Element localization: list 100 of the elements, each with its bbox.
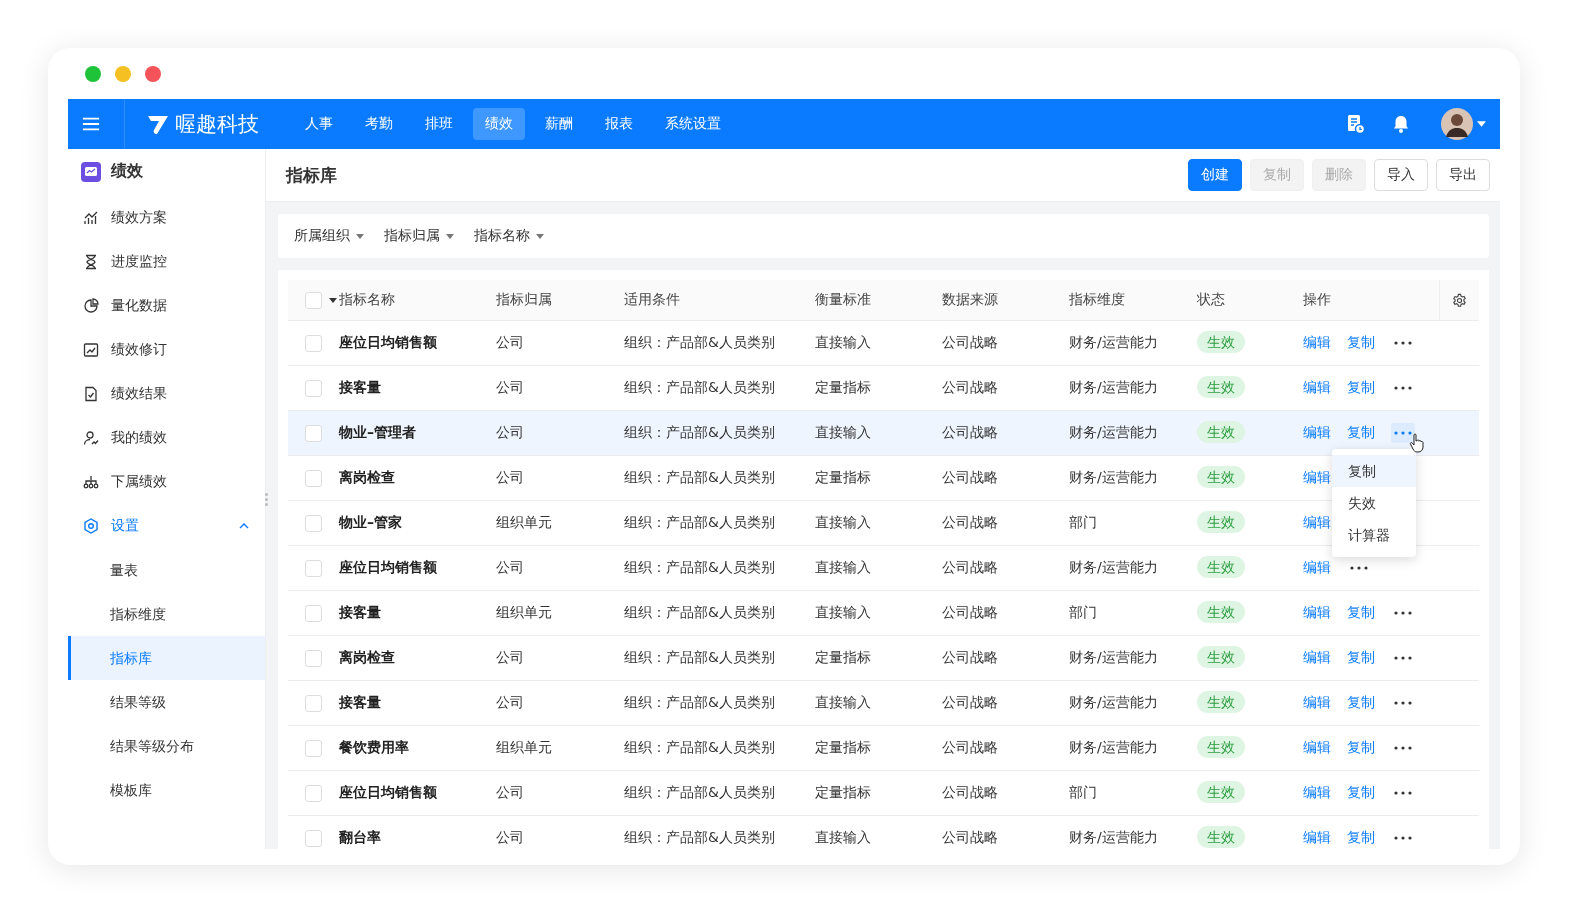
sidebar-subitem[interactable]: 量表 bbox=[68, 548, 265, 592]
status-tag: 生效 bbox=[1197, 691, 1245, 713]
table-cell-text: 组织：产品部&人员类别 bbox=[624, 379, 776, 397]
table-cell-text: 公司战略 bbox=[942, 739, 999, 757]
table-cell-text: 组织：产品部&人员类别 bbox=[624, 514, 776, 532]
table-cell-text: 接客量 bbox=[339, 379, 382, 397]
user-avatar[interactable] bbox=[1441, 108, 1473, 140]
table-row[interactable]: 离岗检查 公司 组织：产品部&人员类别 定量指标 公司战略 财务/运营能力 生效 编辑 复制 bbox=[288, 636, 1479, 681]
action-link[interactable]: 复制 bbox=[1347, 784, 1375, 802]
action-link[interactable]: 编辑 bbox=[1303, 739, 1331, 757]
table-cell-text: 公司战略 bbox=[942, 604, 999, 622]
status-tag: 生效 bbox=[1197, 331, 1245, 353]
action-link[interactable]: 编辑 bbox=[1303, 559, 1331, 577]
sidebar-item[interactable]: 量化数据 bbox=[68, 284, 265, 328]
row-checkbox[interactable] bbox=[305, 514, 322, 532]
action-link[interactable]: 编辑 bbox=[1303, 649, 1331, 667]
action-link[interactable]: 复制 bbox=[1347, 334, 1375, 352]
row-checkbox[interactable] bbox=[305, 424, 322, 442]
menu-item[interactable]: 复制 bbox=[1332, 455, 1416, 487]
table-row[interactable]: 座位日均销售额 公司 组织：产品部&人员类别 定量指标 公司战略 部门 生效 编辑 复制 bbox=[288, 771, 1479, 816]
row-checkbox[interactable] bbox=[305, 739, 322, 757]
table-cell-text: 组织：产品部&人员类别 bbox=[624, 469, 776, 487]
row-checkbox[interactable] bbox=[305, 829, 322, 847]
action-link[interactable]: 复制 bbox=[1347, 694, 1375, 712]
sidebar-item[interactable]: 进度监控 bbox=[68, 240, 265, 284]
row-checkbox[interactable] bbox=[305, 334, 322, 352]
close-button[interactable] bbox=[145, 65, 161, 82]
row-checkbox[interactable] bbox=[305, 379, 322, 397]
caret-icon bbox=[446, 233, 454, 239]
nav-tab[interactable]: 排班 bbox=[413, 108, 465, 140]
action-link[interactable]: 复制 bbox=[1347, 829, 1375, 847]
settings-icon[interactable] bbox=[1452, 292, 1467, 308]
sidebar-subitem[interactable]: 结果等级分布 bbox=[68, 724, 265, 768]
action-link[interactable]: 复制 bbox=[1347, 604, 1375, 622]
create-button[interactable]: 创建 bbox=[1188, 159, 1242, 191]
action-link[interactable]: 复制 bbox=[1347, 379, 1375, 397]
row-checkbox[interactable] bbox=[305, 604, 322, 622]
maximize-button[interactable] bbox=[85, 65, 101, 82]
sidebar-item[interactable]: 绩效方案 bbox=[68, 196, 265, 240]
row-checkbox[interactable] bbox=[305, 559, 322, 577]
sidebar-item[interactable]: 下属绩效 bbox=[68, 460, 265, 504]
action-link[interactable]: 复制 bbox=[1347, 424, 1375, 442]
table-row[interactable]: 座位日均销售额 公司 组织：产品部&人员类别 直接输入 公司战略 财务/运营能力 生效 编辑 复制 bbox=[288, 321, 1479, 366]
row-checkbox[interactable] bbox=[305, 469, 322, 487]
nav-tab[interactable]: 报表 bbox=[593, 108, 645, 140]
sidebar-group[interactable]: 设置 bbox=[68, 504, 265, 548]
table-cell-text: 定量指标 bbox=[815, 649, 872, 667]
table-row[interactable]: 座位日均销售额 公司 组织：产品部&人员类别 直接输入 公司战略 财务/运营能力 生效 编辑 bbox=[288, 546, 1479, 591]
pie-chart-icon bbox=[83, 298, 99, 314]
nav-tab[interactable]: 系统设置 bbox=[653, 108, 733, 140]
table-row[interactable]: 翻台率 公司 组织：产品部&人员类别 直接输入 公司战略 财务/运营能力 生效 编辑 复制 bbox=[288, 816, 1479, 849]
nav-tab[interactable]: 薪酬 bbox=[533, 108, 585, 140]
table-row[interactable]: 接客量 公司 组织：产品部&人员类别 直接输入 公司战略 财务/运营能力 生效 编辑 复制 bbox=[288, 681, 1479, 726]
table-cell-text: 组织：产品部&人员类别 bbox=[624, 424, 776, 442]
nav-tab[interactable]: 绩效 bbox=[473, 108, 525, 140]
action-link[interactable]: 编辑 bbox=[1303, 694, 1331, 712]
action-link[interactable]: 编辑 bbox=[1303, 784, 1331, 802]
action-link[interactable]: 编辑 bbox=[1303, 424, 1331, 442]
action-link[interactable]: 编辑 bbox=[1303, 334, 1331, 352]
action-link[interactable]: 编辑 bbox=[1303, 379, 1331, 397]
document-clock-icon[interactable] bbox=[1345, 114, 1365, 134]
row-checkbox[interactable] bbox=[305, 694, 322, 712]
filter-dropdown[interactable]: 指标名称 bbox=[474, 227, 544, 245]
table-row[interactable]: 餐饮费用率 组织单元 组织：产品部&人员类别 定量指标 公司战略 财务/运营能力 生效 编辑 复制 bbox=[288, 726, 1479, 771]
logo-icon bbox=[147, 113, 169, 135]
caret-icon[interactable] bbox=[329, 297, 337, 303]
sidebar-subitem[interactable]: 指标维度 bbox=[68, 592, 265, 636]
column-header: 数据来源 bbox=[942, 291, 999, 309]
nav-tab[interactable]: 人事 bbox=[293, 108, 345, 140]
column-header: 衡量标准 bbox=[815, 291, 872, 309]
toolbar-button[interactable]: 导出 bbox=[1436, 159, 1490, 191]
nav-tab[interactable]: 考勤 bbox=[353, 108, 405, 140]
row-checkbox[interactable] bbox=[305, 649, 322, 667]
table-cell-text: 组织单元 bbox=[496, 604, 553, 622]
menu-icon[interactable] bbox=[82, 116, 100, 132]
sidebar-subitem[interactable]: 模板库 bbox=[68, 768, 265, 812]
action-link[interactable]: 编辑 bbox=[1303, 829, 1331, 847]
caret-icon bbox=[536, 233, 544, 239]
filter-dropdown[interactable]: 指标归属 bbox=[384, 227, 454, 245]
sidebar-item[interactable]: 我的绩效 bbox=[68, 416, 265, 460]
action-link[interactable]: 编辑 bbox=[1303, 514, 1331, 532]
row-checkbox[interactable] bbox=[305, 784, 322, 802]
sidebar-subitem[interactable]: 结果等级 bbox=[68, 680, 265, 724]
filter-dropdown[interactable]: 所属组织 bbox=[294, 227, 364, 245]
sidebar-item[interactable]: 绩效结果 bbox=[68, 372, 265, 416]
select-all-checkbox[interactable] bbox=[305, 291, 322, 309]
table-cell-text: 公司 bbox=[496, 829, 525, 847]
action-link[interactable]: 复制 bbox=[1347, 649, 1375, 667]
bell-icon[interactable] bbox=[1391, 114, 1411, 134]
resize-handle[interactable] bbox=[264, 492, 268, 506]
toolbar-button[interactable]: 导入 bbox=[1374, 159, 1428, 191]
table-row[interactable]: 接客量 组织单元 组织：产品部&人员类别 直接输入 公司战略 部门 生效 编辑 复制 bbox=[288, 591, 1479, 636]
action-link[interactable]: 复制 bbox=[1347, 739, 1375, 757]
sidebar-item[interactable]: 绩效修订 bbox=[68, 328, 265, 372]
table-cell-text: 公司 bbox=[496, 559, 525, 577]
table-cell-text: 定量指标 bbox=[815, 739, 872, 757]
table-cell-text: 物业–管家 bbox=[339, 514, 403, 532]
action-link[interactable]: 编辑 bbox=[1303, 604, 1331, 622]
sidebar-subitem[interactable]: 指标库 bbox=[68, 636, 265, 680]
action-link[interactable]: 编辑 bbox=[1303, 469, 1331, 487]
